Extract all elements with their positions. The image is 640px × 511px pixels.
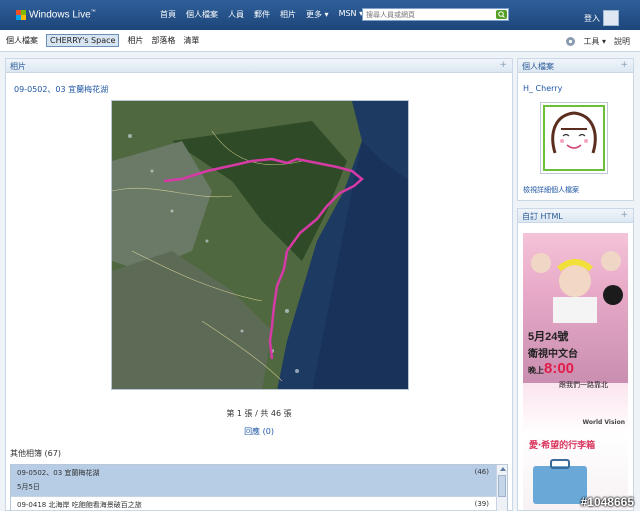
profile-panel-expand-icon[interactable]: + <box>620 60 628 70</box>
search-input[interactable] <box>363 9 493 20</box>
subnav-blog[interactable]: 部落格 <box>151 35 175 46</box>
ad-date: 5月24號 <box>528 331 569 343</box>
album-list-scrollbar[interactable] <box>496 465 507 511</box>
album-count: (46) <box>474 468 489 476</box>
signin-area[interactable]: 登入 <box>584 10 619 26</box>
nav-msn[interactable]: MSN ▾ <box>339 9 364 20</box>
nav-profile[interactable]: 個人檔案 <box>186 9 218 20</box>
search-button[interactable] <box>496 10 507 19</box>
profile-panel-header: 個人檔案 + <box>518 59 633 73</box>
ad-love-title: 愛‧希望的行李箱 <box>529 441 596 451</box>
profile-panel-title: 個人檔案 <box>522 62 554 71</box>
ad-channel: 衛視中文台 <box>528 349 578 360</box>
search-icon <box>498 11 505 18</box>
ad-time: 8:00 <box>544 360 575 377</box>
custom-html-panel: 自訂 HTML + 5月24號 衛視中文台 晚上8:00 跟我們一路靠北 Wor… <box>517 208 634 511</box>
album-name: 09-0502、03 宜蘭梅花湖 <box>17 469 100 477</box>
comments-link[interactable]: 回應 (0) <box>6 426 512 437</box>
ad-subline: 跟我們一路靠北 <box>559 381 608 389</box>
album-row[interactable]: 09-0418 北海岸 吃飽飽看海景破百之旅 (39) <box>11 497 507 511</box>
windows-live-logo[interactable]: Windows Live™ <box>16 9 96 20</box>
album-date: 5月5日 <box>17 483 40 491</box>
brand-mark: ™ <box>90 9 96 15</box>
top-nav: 首頁 個人檔案 人員 郵件 相片 更多 ▾ MSN ▾ <box>160 9 363 20</box>
nav-photos[interactable]: 相片 <box>280 9 296 20</box>
avatar-drawing <box>543 105 605 171</box>
album-count: (39) <box>474 500 489 508</box>
album-name: 09-0418 北海岸 吃飽飽看海景破百之旅 <box>17 501 142 509</box>
photos-panel: 相片 + 09-0502、03 宜蘭梅花湖 第 1 張 / 共 46 張 回應 <box>5 58 513 511</box>
subnav-lists[interactable]: 清單 <box>183 35 199 46</box>
avatar-icon <box>603 10 619 26</box>
nav-home[interactable]: 首頁 <box>160 9 176 20</box>
custom-html-panel-title: 自訂 HTML <box>522 212 563 221</box>
brand-name: Windows Live <box>29 9 91 21</box>
profile-panel: 個人檔案 + H_ Cherry 檢視詳細個人檔案 <box>517 58 634 201</box>
custom-html-panel-header: 自訂 HTML + <box>518 209 633 223</box>
nav-mail[interactable]: 郵件 <box>254 9 270 20</box>
profile-picture[interactable] <box>540 102 608 174</box>
album-row[interactable]: 09-0502、03 宜蘭梅花湖 (46) 5月5日 <box>11 465 507 497</box>
gear-icon <box>566 37 576 46</box>
ad-time-prefix: 晚上 <box>528 366 544 375</box>
subnav-photos[interactable]: 相片 <box>127 35 143 46</box>
photo-counter: 第 1 張 / 共 46 張 <box>226 409 292 418</box>
album-title-link[interactable]: 09-0502、03 宜蘭梅花湖 <box>14 84 108 95</box>
windows-flag-icon <box>16 9 26 20</box>
photos-panel-title: 相片 <box>10 62 26 71</box>
ad-photo: 5月24號 衛視中文台 晚上8:00 <box>523 233 628 383</box>
tools-menu[interactable]: 工具 ▾ <box>583 36 606 47</box>
watermark: #1048665 <box>580 495 634 509</box>
tv-ad-banner[interactable]: 5月24號 衛視中文台 晚上8:00 跟我們一路靠北 World Vision … <box>523 233 628 510</box>
photos-panel-header: 相片 + <box>6 59 512 73</box>
search-box <box>362 8 509 21</box>
subnav-space[interactable]: CHERRY's Space <box>46 34 120 47</box>
scroll-up-arrow-icon[interactable] <box>500 467 506 471</box>
other-albums-label: 其他相簿 (67) <box>10 449 61 458</box>
satellite-map-photo <box>112 101 408 389</box>
photo-viewer[interactable] <box>111 100 409 390</box>
scroll-thumb[interactable] <box>498 475 506 497</box>
top-bar: Windows Live™ 首頁 個人檔案 人員 郵件 相片 更多 ▾ MSN … <box>0 0 640 30</box>
ad-brand: World Vision <box>582 419 625 426</box>
subnav-profile[interactable]: 個人檔案 <box>6 35 38 46</box>
signin-link[interactable]: 登入 <box>584 13 600 24</box>
sub-nav: 個人檔案 CHERRY's Space 相片 部落格 清單 工具 ▾ 說明 <box>0 30 640 52</box>
profile-name-link[interactable]: H_ Cherry <box>523 84 562 93</box>
view-profile-link[interactable]: 檢視詳細個人檔案 <box>523 185 579 195</box>
custom-html-expand-icon[interactable]: + <box>620 210 628 220</box>
nav-people[interactable]: 人員 <box>228 9 244 20</box>
help-link[interactable]: 說明 <box>614 36 630 47</box>
nav-more[interactable]: 更多 ▾ <box>306 9 329 20</box>
photos-panel-expand-icon[interactable]: + <box>499 60 507 70</box>
album-list: 09-0502、03 宜蘭梅花湖 (46) 5月5日 09-0418 北海岸 吃… <box>10 464 508 511</box>
